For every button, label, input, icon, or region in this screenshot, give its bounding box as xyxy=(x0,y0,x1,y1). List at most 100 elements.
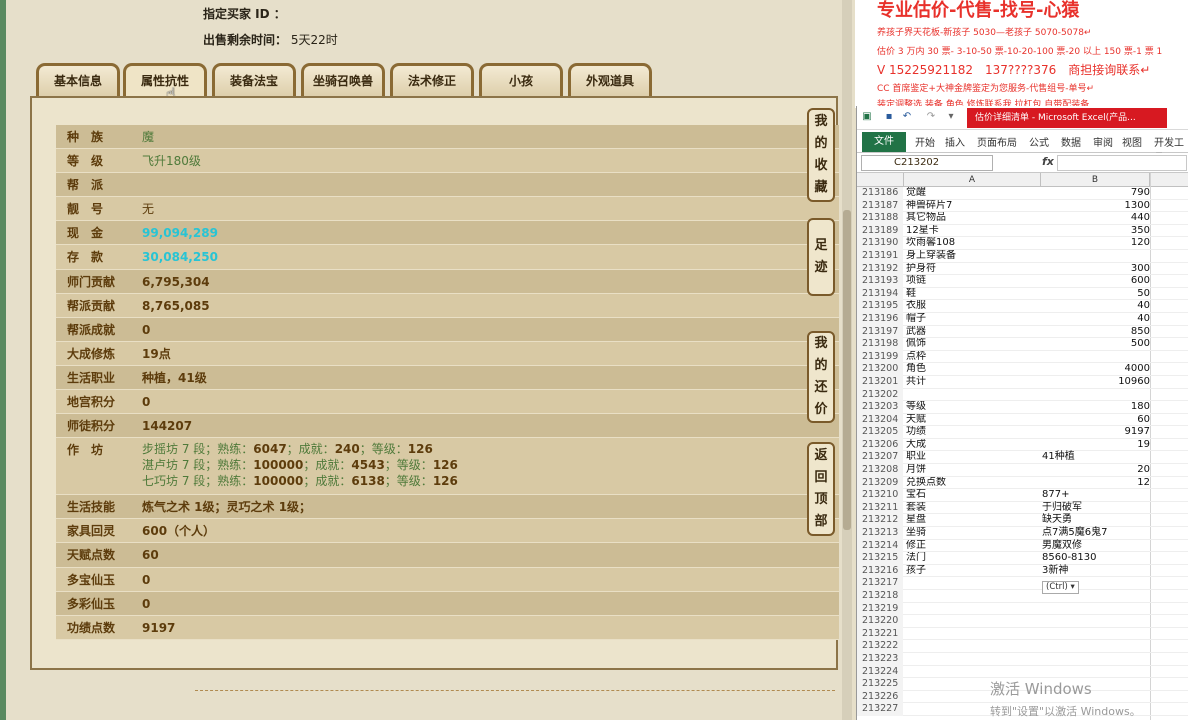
row-number[interactable]: 213210 xyxy=(857,489,903,502)
row-number[interactable]: 213192 xyxy=(857,262,903,276)
cell-a[interactable]: 等级 xyxy=(906,401,1040,414)
cell-b[interactable]: 50 xyxy=(1040,288,1150,301)
cell-b[interactable]: 350 xyxy=(1040,225,1150,238)
cell-b[interactable]: 10960 xyxy=(1040,376,1150,389)
cell-a[interactable]: 佩饰 xyxy=(906,338,1040,351)
tab-3[interactable]: 装备法宝 xyxy=(212,63,296,97)
row-number[interactable]: 213197 xyxy=(857,325,903,339)
name-box[interactable]: C213202 xyxy=(861,155,993,171)
function-icon[interactable]: fx xyxy=(1042,155,1054,168)
side-button-4[interactable]: 返回顶部 xyxy=(807,442,835,536)
cell-a[interactable]: 觉醒 xyxy=(906,187,1040,200)
tab-4[interactable]: 坐骑召唤兽 xyxy=(301,63,385,97)
row-number[interactable]: 213224 xyxy=(857,665,903,679)
cell-b[interactable]: 于归破军 xyxy=(1040,502,1150,515)
cell-a[interactable]: 功绩 xyxy=(906,426,1040,439)
cell-b[interactable]: 300 xyxy=(1040,263,1150,276)
cell-a[interactable]: 神兽碎片7 xyxy=(906,200,1040,213)
cell-b[interactable]: 19 xyxy=(1040,439,1150,452)
ribbon-tab[interactable]: 页面布局 xyxy=(977,134,1017,149)
cell-a[interactable]: 鞋 xyxy=(906,288,1040,301)
tab-5[interactable]: 法术修正 xyxy=(390,63,474,97)
row-number[interactable]: 213202 xyxy=(857,388,903,402)
formula-input[interactable] xyxy=(1057,155,1187,171)
ribbon-tab[interactable]: 公式 xyxy=(1029,134,1049,149)
row-number[interactable]: 213191 xyxy=(857,249,903,263)
row-number[interactable]: 213188 xyxy=(857,212,903,225)
cell-b[interactable]: 20 xyxy=(1040,464,1150,477)
row-number[interactable]: 213217 xyxy=(857,577,903,590)
cell-b[interactable]: 850 xyxy=(1040,326,1150,339)
cell-a[interactable]: 月饼 xyxy=(906,464,1040,477)
cell-b[interactable]: 440 xyxy=(1040,212,1150,225)
cell-b[interactable]: 40 xyxy=(1040,300,1150,313)
row-number[interactable]: 213213 xyxy=(857,527,903,540)
cell-b[interactable]: 12 xyxy=(1040,477,1150,490)
cell-a[interactable]: 法门 xyxy=(906,552,1040,565)
cell-a[interactable]: 点枠 xyxy=(906,351,1040,364)
row-number[interactable]: 213227 xyxy=(857,703,903,716)
row-number[interactable]: 213190 xyxy=(857,237,903,250)
cell-b[interactable]: 877+ xyxy=(1040,489,1150,502)
row-number[interactable]: 213209 xyxy=(857,476,903,490)
cell-a[interactable]: 天赋 xyxy=(906,414,1040,427)
row-number[interactable]: 213214 xyxy=(857,539,903,553)
row-number[interactable]: 213200 xyxy=(857,363,903,376)
tab-6[interactable]: 小孩 xyxy=(479,63,563,97)
cell-b[interactable]: 男魔双修 xyxy=(1040,540,1150,553)
side-button-1[interactable]: 我的收藏 xyxy=(807,108,835,202)
row-number[interactable]: 213220 xyxy=(857,615,903,628)
column-header-b[interactable]: B xyxy=(1040,173,1150,187)
cell-b[interactable]: 缺天勇 xyxy=(1040,514,1150,527)
row-number[interactable]: 213221 xyxy=(857,627,903,641)
row-number[interactable]: 213226 xyxy=(857,690,903,704)
ribbon-tab[interactable]: 数据 xyxy=(1061,134,1081,149)
row-number[interactable]: 213193 xyxy=(857,275,903,288)
cell-a[interactable]: 职业 xyxy=(906,451,1040,464)
row-number[interactable]: 213194 xyxy=(857,287,903,301)
cell-b[interactable]: 120 xyxy=(1040,237,1150,250)
cell-b[interactable]: 500 xyxy=(1040,338,1150,351)
save-icon[interactable]: ▪ xyxy=(883,111,895,123)
undo-icon[interactable]: ↶ xyxy=(901,111,913,123)
cell-a[interactable]: 修正 xyxy=(906,540,1040,553)
cell-a[interactable]: 12星卡 xyxy=(906,225,1040,238)
cell-a[interactable]: 其它物品 xyxy=(906,212,1040,225)
row-number[interactable]: 213206 xyxy=(857,438,903,452)
cell-b[interactable]: 600 xyxy=(1040,275,1150,288)
tab-7[interactable]: 外观道具 xyxy=(568,63,652,97)
row-number[interactable]: 213216 xyxy=(857,564,903,578)
row-number[interactable]: 213218 xyxy=(857,590,903,603)
cell-a[interactable]: 兑换点数 xyxy=(906,477,1040,490)
row-number[interactable]: 213225 xyxy=(857,678,903,691)
ribbon-tab[interactable]: 审阅 xyxy=(1093,134,1113,149)
cell-a[interactable]: 共计 xyxy=(906,376,1040,389)
cell-a[interactable]: 武器 xyxy=(906,326,1040,339)
column-header-a[interactable]: A xyxy=(903,173,1040,187)
row-number[interactable]: 213204 xyxy=(857,413,903,427)
cell-b[interactable]: 40 xyxy=(1040,313,1150,326)
row-number[interactable]: 213222 xyxy=(857,640,903,653)
row-number[interactable]: 213211 xyxy=(857,501,903,515)
row-number[interactable]: 213223 xyxy=(857,652,903,666)
ribbon-tab[interactable]: 视图 xyxy=(1122,134,1142,149)
cell-b[interactable]: 60 xyxy=(1040,414,1150,427)
row-number[interactable]: 213189 xyxy=(857,224,903,238)
row-number[interactable]: 213205 xyxy=(857,426,903,439)
cell-b[interactable]: 4000 xyxy=(1040,363,1150,376)
cell-b[interactable]: 9197 xyxy=(1040,426,1150,439)
row-number[interactable]: 213186 xyxy=(857,187,903,200)
tab-1[interactable]: 基本信息 xyxy=(36,63,120,97)
cell-a[interactable]: 身上穿装备 xyxy=(906,250,1040,263)
page-scroll-thumb[interactable] xyxy=(843,210,851,530)
cell-a[interactable]: 坐骑 xyxy=(906,527,1040,540)
cell-a[interactable]: 孩子 xyxy=(906,565,1040,578)
side-button-2[interactable]: 足迹 xyxy=(807,218,835,296)
cell-a[interactable]: 星盘 xyxy=(906,514,1040,527)
sheet-grid[interactable]: 213186 觉醒 790 213187 神兽碎片7 1300 213188 其它物品 440 2… xyxy=(857,187,1188,716)
row-number[interactable]: 213199 xyxy=(857,350,903,364)
cell-a[interactable]: 大成 xyxy=(906,439,1040,452)
cell-b[interactable]: 41种植 xyxy=(1040,451,1150,464)
row-number[interactable]: 213198 xyxy=(857,338,903,351)
row-number[interactable]: 213196 xyxy=(857,312,903,326)
